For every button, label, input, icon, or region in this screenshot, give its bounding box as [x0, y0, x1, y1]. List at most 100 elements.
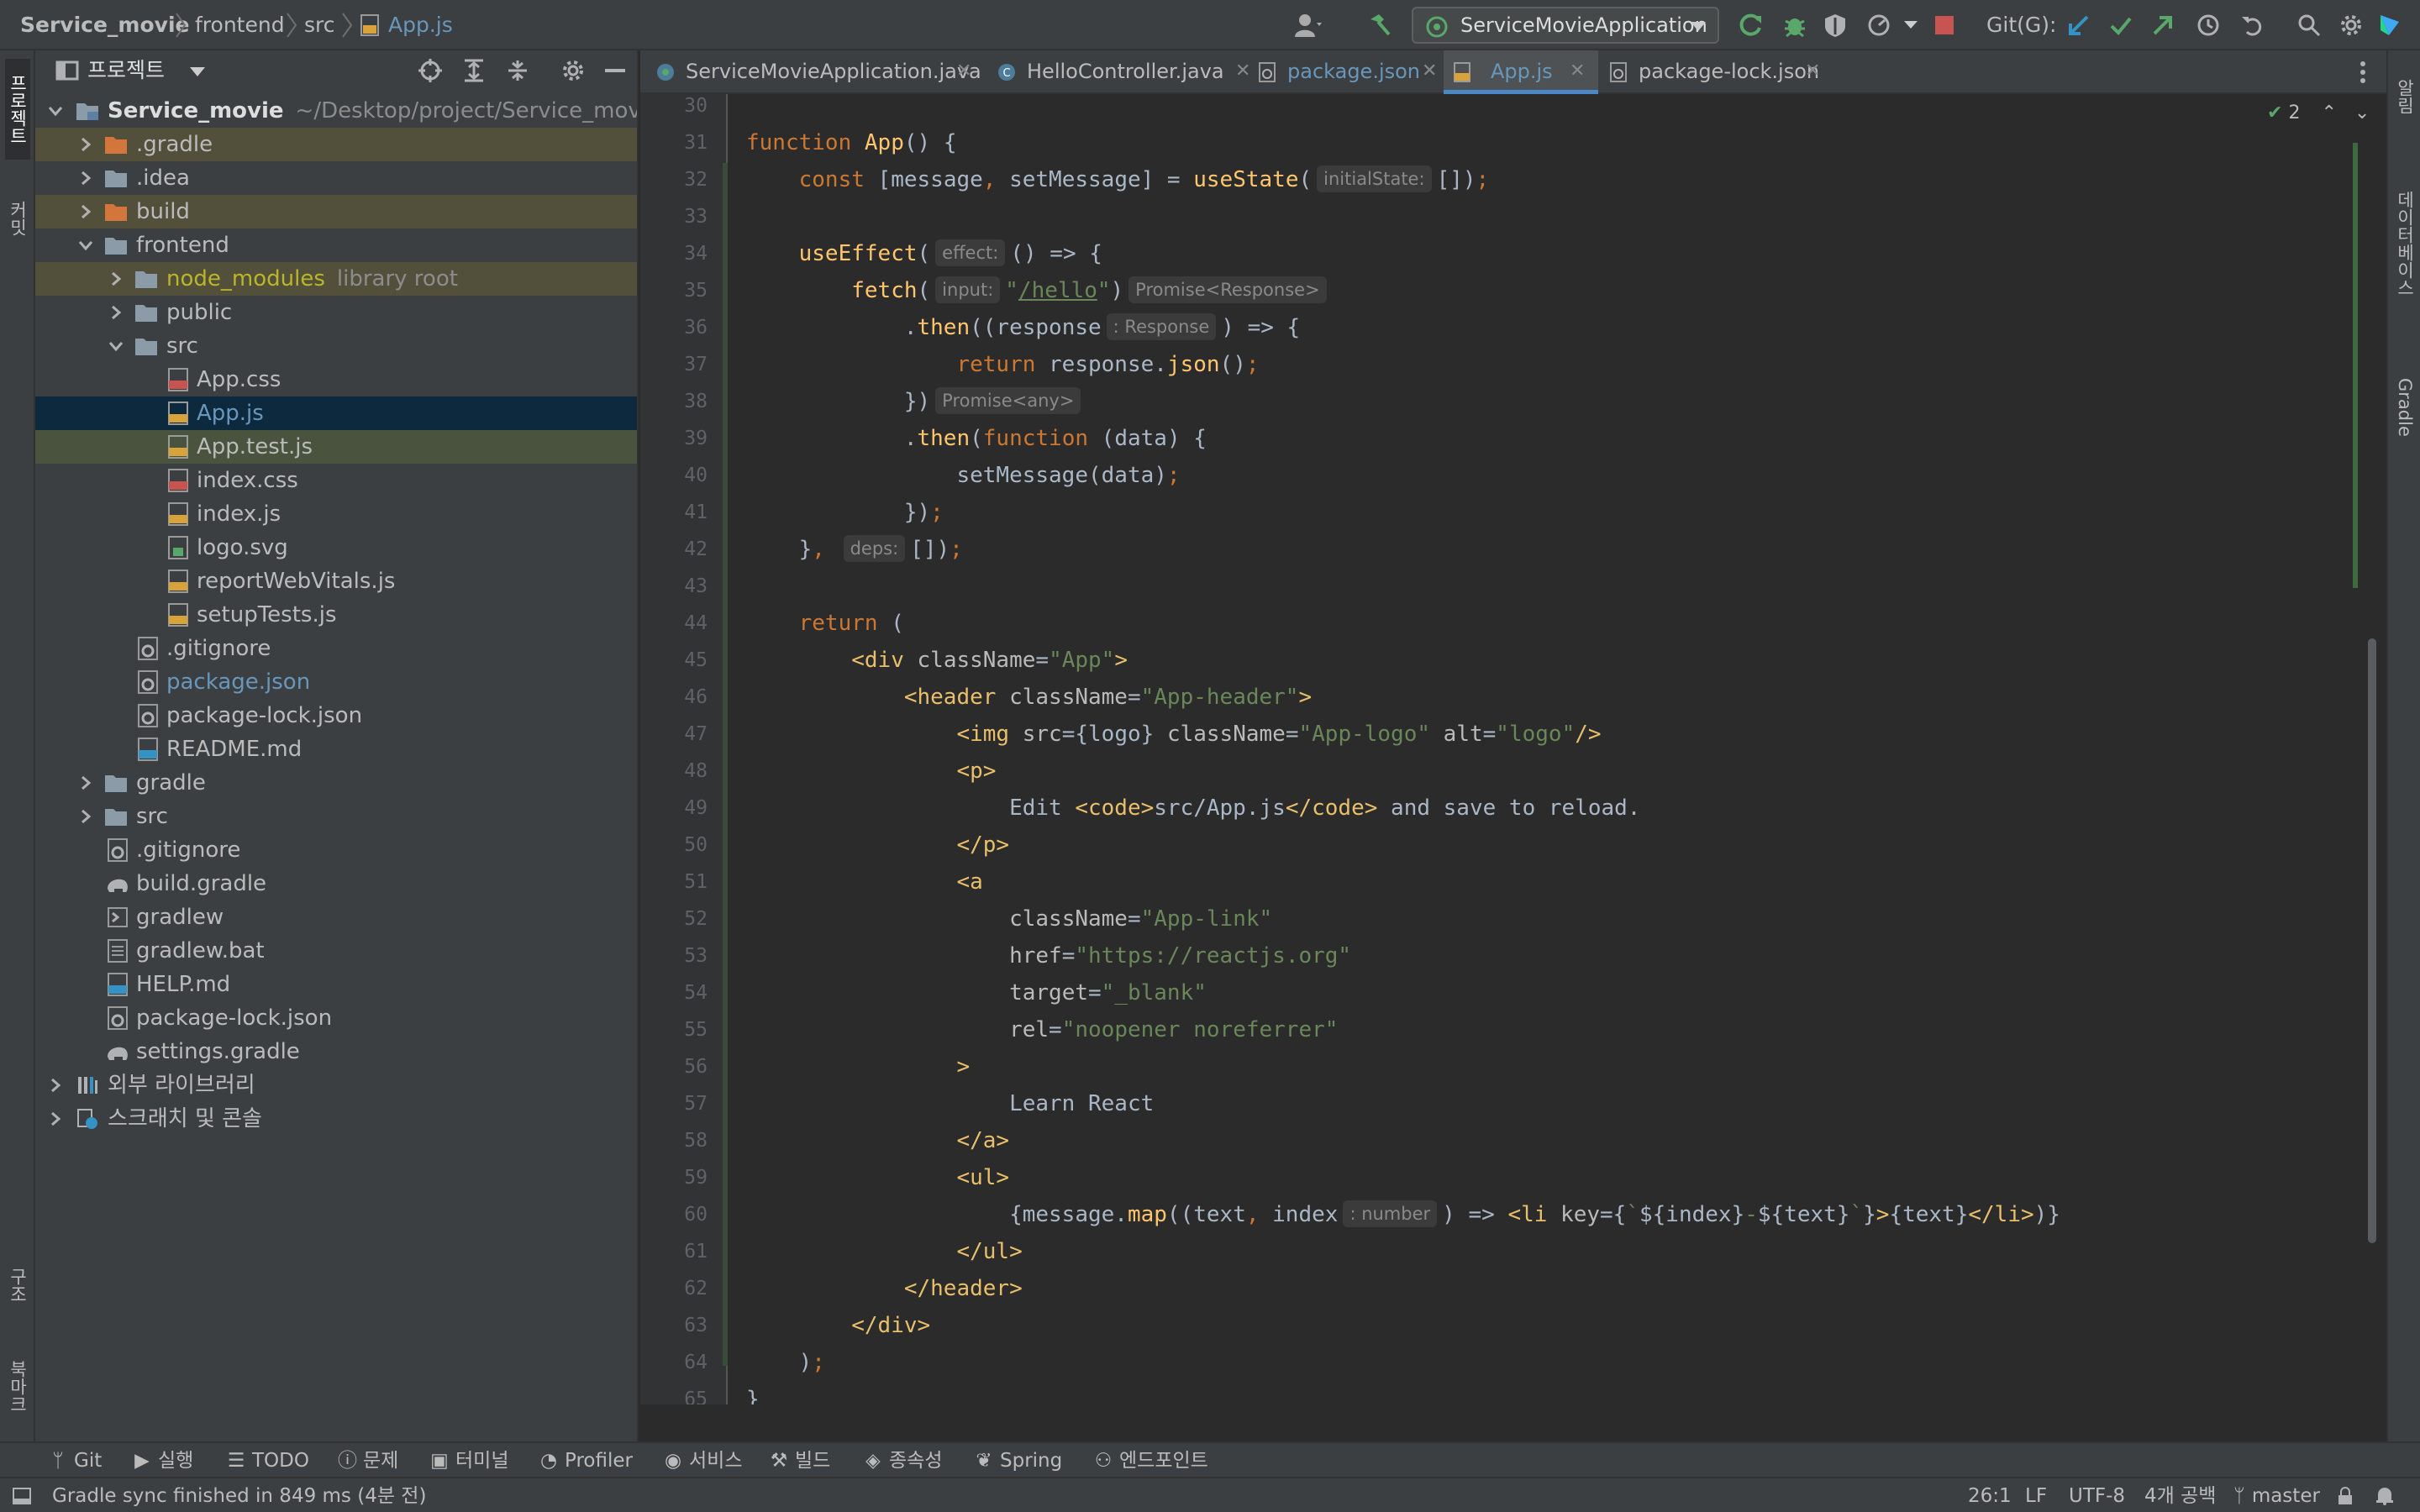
vcs-change-marker[interactable]: [723, 163, 728, 1366]
panel-settings-gear-icon[interactable]: [556, 54, 590, 87]
tree-item-file[interactable]: build.gradle: [35, 867, 637, 900]
git-update-icon[interactable]: [2062, 8, 2096, 42]
gradle-tool-tab[interactable]: Gradle: [2392, 361, 2417, 454]
project-panel-title[interactable]: 프로젝트: [87, 50, 165, 91]
rollback-icon[interactable]: [2235, 8, 2269, 42]
tab-package-lock-json[interactable]: package-lock.json ✕: [1600, 50, 1827, 94]
tree-item-file[interactable]: package-lock.json: [35, 699, 637, 732]
tool-endpoints[interactable]: ⚇ 엔드포인트: [1094, 1443, 1208, 1478]
breadcrumb-file[interactable]: App.js: [388, 0, 453, 50]
tree-item-file[interactable]: gradlew: [35, 900, 637, 934]
commit-tool-tab[interactable]: 커밋: [5, 185, 30, 252]
close-icon[interactable]: ✕: [1422, 50, 1437, 92]
tool-services[interactable]: ◉ 서비스: [664, 1443, 743, 1478]
settings-gear-icon[interactable]: [2334, 8, 2368, 42]
locate-file-icon[interactable]: [413, 54, 447, 87]
indent-setting[interactable]: 4개 공백: [2144, 1478, 2216, 1512]
tree-item-file[interactable]: gradlew.bat: [35, 934, 637, 968]
bookmarks-tool-tab[interactable]: 북마크: [5, 1344, 30, 1428]
next-highlight-icon[interactable]: ⌄: [2354, 102, 2370, 123]
plugin-logo-icon[interactable]: [2373, 8, 2407, 42]
tree-item-file[interactable]: README.md: [35, 732, 637, 766]
chevron-down-icon[interactable]: [190, 67, 205, 77]
tool-terminal[interactable]: ▣ 터미널: [430, 1443, 508, 1478]
tree-item-file[interactable]: HELP.md: [35, 968, 637, 1001]
tree-item-file[interactable]: logo.svg: [35, 531, 637, 564]
tree-item-scratches[interactable]: 스크래치 및 콘솔: [35, 1102, 637, 1136]
status-message[interactable]: Gradle sync finished in 849 ms (4분 전): [52, 1478, 426, 1512]
database-tool-tab[interactable]: 데이터베이스: [2392, 151, 2417, 336]
tree-item-folder[interactable]: build: [35, 195, 637, 228]
more-run-options-chevron-icon[interactable]: [1894, 8, 1928, 42]
tree-item-file[interactable]: index.js: [35, 497, 637, 531]
more-vertical-icon[interactable]: [2360, 60, 2366, 84]
error-stripe-marker[interactable]: [2353, 143, 2358, 588]
tool-build[interactable]: ⚒ 빌드: [770, 1443, 831, 1478]
stop-icon[interactable]: [1928, 8, 1961, 42]
tree-item-folder[interactable]: frontend: [35, 228, 637, 262]
tab-hello-controller[interactable]: C HelloController.java ✕: [997, 50, 1250, 94]
tree-item-folder[interactable]: node_modules library root: [35, 262, 637, 296]
rerun-icon[interactable]: [1734, 8, 1768, 42]
close-icon[interactable]: ✕: [1805, 50, 1820, 92]
build-hammer-icon[interactable]: [1363, 8, 1397, 42]
tree-item-folder[interactable]: public: [35, 296, 637, 329]
tree-item-file[interactable]: index.css: [35, 464, 637, 497]
profiler-icon[interactable]: [1862, 8, 1896, 42]
user-icon[interactable]: [1292, 8, 1326, 42]
breadcrumb-src[interactable]: src: [304, 0, 335, 50]
breadcrumb-project[interactable]: Service_movie: [20, 0, 189, 50]
tool-run[interactable]: ▶ 실행: [133, 1443, 193, 1478]
tree-item-folder[interactable]: src: [35, 800, 637, 833]
tool-spring[interactable]: ❦ Spring: [975, 1443, 1062, 1478]
structure-tool-tab[interactable]: 구조: [5, 1252, 30, 1319]
tool-profiler[interactable]: ◔ Profiler: [539, 1443, 633, 1478]
notifications-icon[interactable]: [2375, 1487, 2395, 1505]
tree-item-file[interactable]: package.json: [35, 665, 637, 699]
git-branch-widget[interactable]: ᛘ master: [2233, 1478, 2320, 1512]
hide-panel-icon[interactable]: [598, 54, 632, 87]
run-configuration-select[interactable]: ServiceMovieApplication: [1412, 7, 1719, 44]
tree-item-folder[interactable]: src: [35, 329, 637, 363]
expand-all-icon[interactable]: [457, 54, 491, 87]
file-encoding[interactable]: UTF-8: [2069, 1478, 2125, 1512]
project-tool-tab[interactable]: 프로젝트: [5, 59, 30, 160]
tree-item-file[interactable]: package-lock.json: [35, 1001, 637, 1035]
caret-position[interactable]: 26:1: [1968, 1478, 2012, 1512]
close-icon[interactable]: ✕: [1235, 50, 1250, 92]
close-icon[interactable]: ✕: [956, 50, 971, 92]
notifications-tool-tab[interactable]: 알림: [2392, 59, 2417, 134]
tree-item-file[interactable]: .gitignore: [35, 632, 637, 665]
tree-item-file-selected[interactable]: App.js: [35, 396, 637, 430]
tree-item-file[interactable]: .gitignore: [35, 833, 637, 867]
tab-service-movie-application[interactable]: ServiceMovieApplication.java ✕: [655, 50, 992, 94]
line-separator[interactable]: LF: [2025, 1478, 2047, 1512]
lock-icon[interactable]: [2336, 1487, 2354, 1505]
tree-item-file[interactable]: reportWebVitals.js: [35, 564, 637, 598]
previous-highlight-icon[interactable]: ⌃: [2321, 102, 2336, 123]
git-commit-icon[interactable]: [2104, 8, 2138, 42]
inspection-widget[interactable]: ✔ 2 ⌃ ⌄: [2267, 102, 2370, 123]
tree-item-file[interactable]: setupTests.js: [35, 598, 637, 632]
git-push-icon[interactable]: [2146, 8, 2180, 42]
coverage-icon[interactable]: [1818, 8, 1852, 42]
collapse-all-icon[interactable]: [501, 54, 534, 87]
tab-package-json[interactable]: package.json ✕: [1257, 50, 1440, 94]
tree-item-root[interactable]: Service_movie ~/Desktop/project/Service_m…: [35, 94, 637, 128]
tree-item-folder[interactable]: .idea: [35, 161, 637, 195]
tool-dependencies[interactable]: ◈ 종속성: [864, 1443, 942, 1478]
tab-app-js[interactable]: App.js ✕: [1444, 50, 1598, 94]
breadcrumb-frontend[interactable]: frontend: [195, 0, 285, 50]
tree-item-file[interactable]: settings.gradle: [35, 1035, 637, 1068]
tree-item-file[interactable]: App.test.js: [35, 430, 637, 464]
tool-problems[interactable]: ⓘ 문제: [338, 1443, 398, 1478]
history-clock-icon[interactable]: [2191, 8, 2225, 42]
tree-item-folder[interactable]: .gradle: [35, 128, 637, 161]
search-icon[interactable]: [2292, 8, 2326, 42]
close-icon[interactable]: ✕: [1570, 50, 1585, 92]
editor-scrollbar[interactable]: [2368, 638, 2376, 1243]
tool-git[interactable]: ᛘ Git: [49, 1443, 102, 1478]
tree-item-file[interactable]: App.css: [35, 363, 637, 396]
tree-item-folder[interactable]: gradle: [35, 766, 637, 800]
tool-todo[interactable]: ☰ TODO: [227, 1443, 309, 1478]
